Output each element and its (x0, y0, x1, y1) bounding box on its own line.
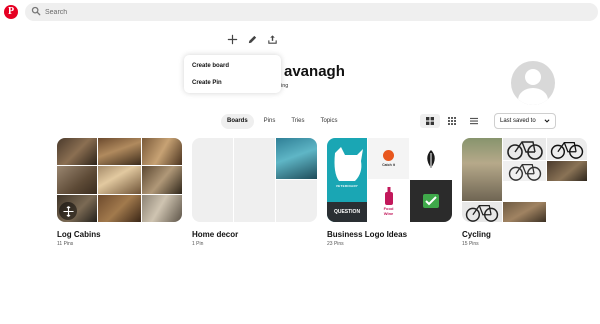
cover-image (410, 138, 452, 179)
board-cover[interactable] (57, 138, 182, 222)
create-pin-item[interactable]: Create Pin (184, 76, 281, 91)
avatar[interactable] (511, 61, 555, 105)
tab-boards[interactable]: Boards (221, 114, 254, 129)
cover-image (503, 202, 546, 222)
bicycle-icon (508, 164, 541, 181)
tab-topics[interactable]: Topics (314, 114, 343, 129)
catch-logo-icon (383, 150, 394, 161)
logo-tile-text: QUESTION (333, 209, 361, 215)
pencil-icon[interactable] (246, 33, 258, 45)
board-card[interactable]: Log Cabins 11 Pins (57, 138, 182, 247)
cover-image (462, 202, 502, 222)
cover-image (142, 166, 182, 194)
cover-image: VETERINARY QUESTION (327, 138, 367, 222)
cover-image (57, 138, 97, 166)
logo-tile-text: VETERINARY (335, 184, 359, 188)
dog-logo-icon (334, 147, 363, 181)
board-pin-count: 1 Pin (192, 241, 204, 247)
wine-bottle-icon (384, 186, 393, 205)
cover-image: Food Wine (368, 180, 409, 222)
search-bar[interactable] (25, 3, 598, 21)
cover-image (410, 180, 452, 222)
profile-following[interactable]: ing (281, 83, 288, 89)
cover-image (98, 194, 141, 222)
board-pin-count: 15 Pins (462, 241, 479, 247)
tab-pins[interactable]: Pins (258, 114, 282, 129)
bicycle-icon (465, 205, 499, 222)
board-card[interactable]: Home decor 1 Pin (192, 138, 317, 247)
cover-placeholder (276, 180, 317, 222)
question-strip: QUESTION (327, 202, 367, 222)
cover-image (547, 138, 587, 160)
tab-tries[interactable]: Tries (285, 114, 310, 129)
create-board-item[interactable]: Create board (184, 59, 281, 74)
board-card[interactable]: Cycling 15 Pins (462, 138, 587, 247)
leaf-logo-icon (427, 149, 435, 168)
cover-image (57, 166, 97, 194)
board-pin-count: 23 Pins (327, 241, 344, 247)
board-card[interactable]: Catch it VETERINARY QUESTION Food Wine B… (327, 138, 452, 247)
board-cover[interactable] (462, 138, 587, 222)
share-icon[interactable] (266, 33, 278, 45)
grid-small-icon[interactable] (442, 114, 462, 128)
cover-image (547, 161, 587, 181)
cover-image: Catch it (368, 138, 409, 179)
default-avatar-icon (525, 69, 541, 85)
pinterest-logo-icon[interactable]: P (4, 5, 18, 19)
avatar-body-shape (518, 88, 548, 105)
list-icon[interactable] (464, 114, 484, 128)
cover-placeholder (192, 138, 233, 222)
cover-image (142, 194, 182, 222)
board-title[interactable]: Log Cabins (57, 230, 182, 239)
board-title[interactable]: Cycling (462, 230, 587, 239)
cover-placeholder (234, 138, 275, 222)
sort-dropdown[interactable]: Last saved to (494, 113, 556, 129)
bicycle-icon (506, 141, 543, 160)
cover-image (98, 166, 141, 194)
cover-image (98, 138, 141, 166)
board-title[interactable]: Home decor (192, 230, 317, 239)
search-icon (31, 3, 41, 21)
board-title[interactable]: Business Logo Ideas (327, 230, 452, 239)
cover-image (276, 138, 317, 179)
grid-large-icon[interactable] (420, 114, 440, 128)
bicycle-icon (550, 142, 584, 159)
board-cover[interactable]: Catch it VETERINARY QUESTION Food Wine (327, 138, 452, 222)
check-logo-icon (423, 194, 439, 208)
search-input[interactable] (45, 8, 565, 16)
move-icon[interactable] (59, 202, 77, 220)
cover-image (503, 161, 546, 181)
cover-image (142, 138, 182, 166)
cover-image (462, 138, 502, 201)
plus-icon[interactable] (226, 33, 238, 45)
board-cover[interactable] (192, 138, 317, 222)
cover-image (503, 138, 546, 160)
logo-tile-text: Food Wine (383, 205, 394, 216)
view-toggles (420, 114, 484, 128)
logo-tile-text: Catch it (382, 163, 395, 167)
profile-name: avanagh (284, 63, 345, 80)
board-pin-count: 11 Pins (57, 241, 74, 247)
sort-label: Last saved to (500, 118, 536, 124)
create-menu: Create board Create Pin (184, 55, 281, 93)
profile-tabs: Boards Pins Tries Topics (221, 114, 343, 129)
